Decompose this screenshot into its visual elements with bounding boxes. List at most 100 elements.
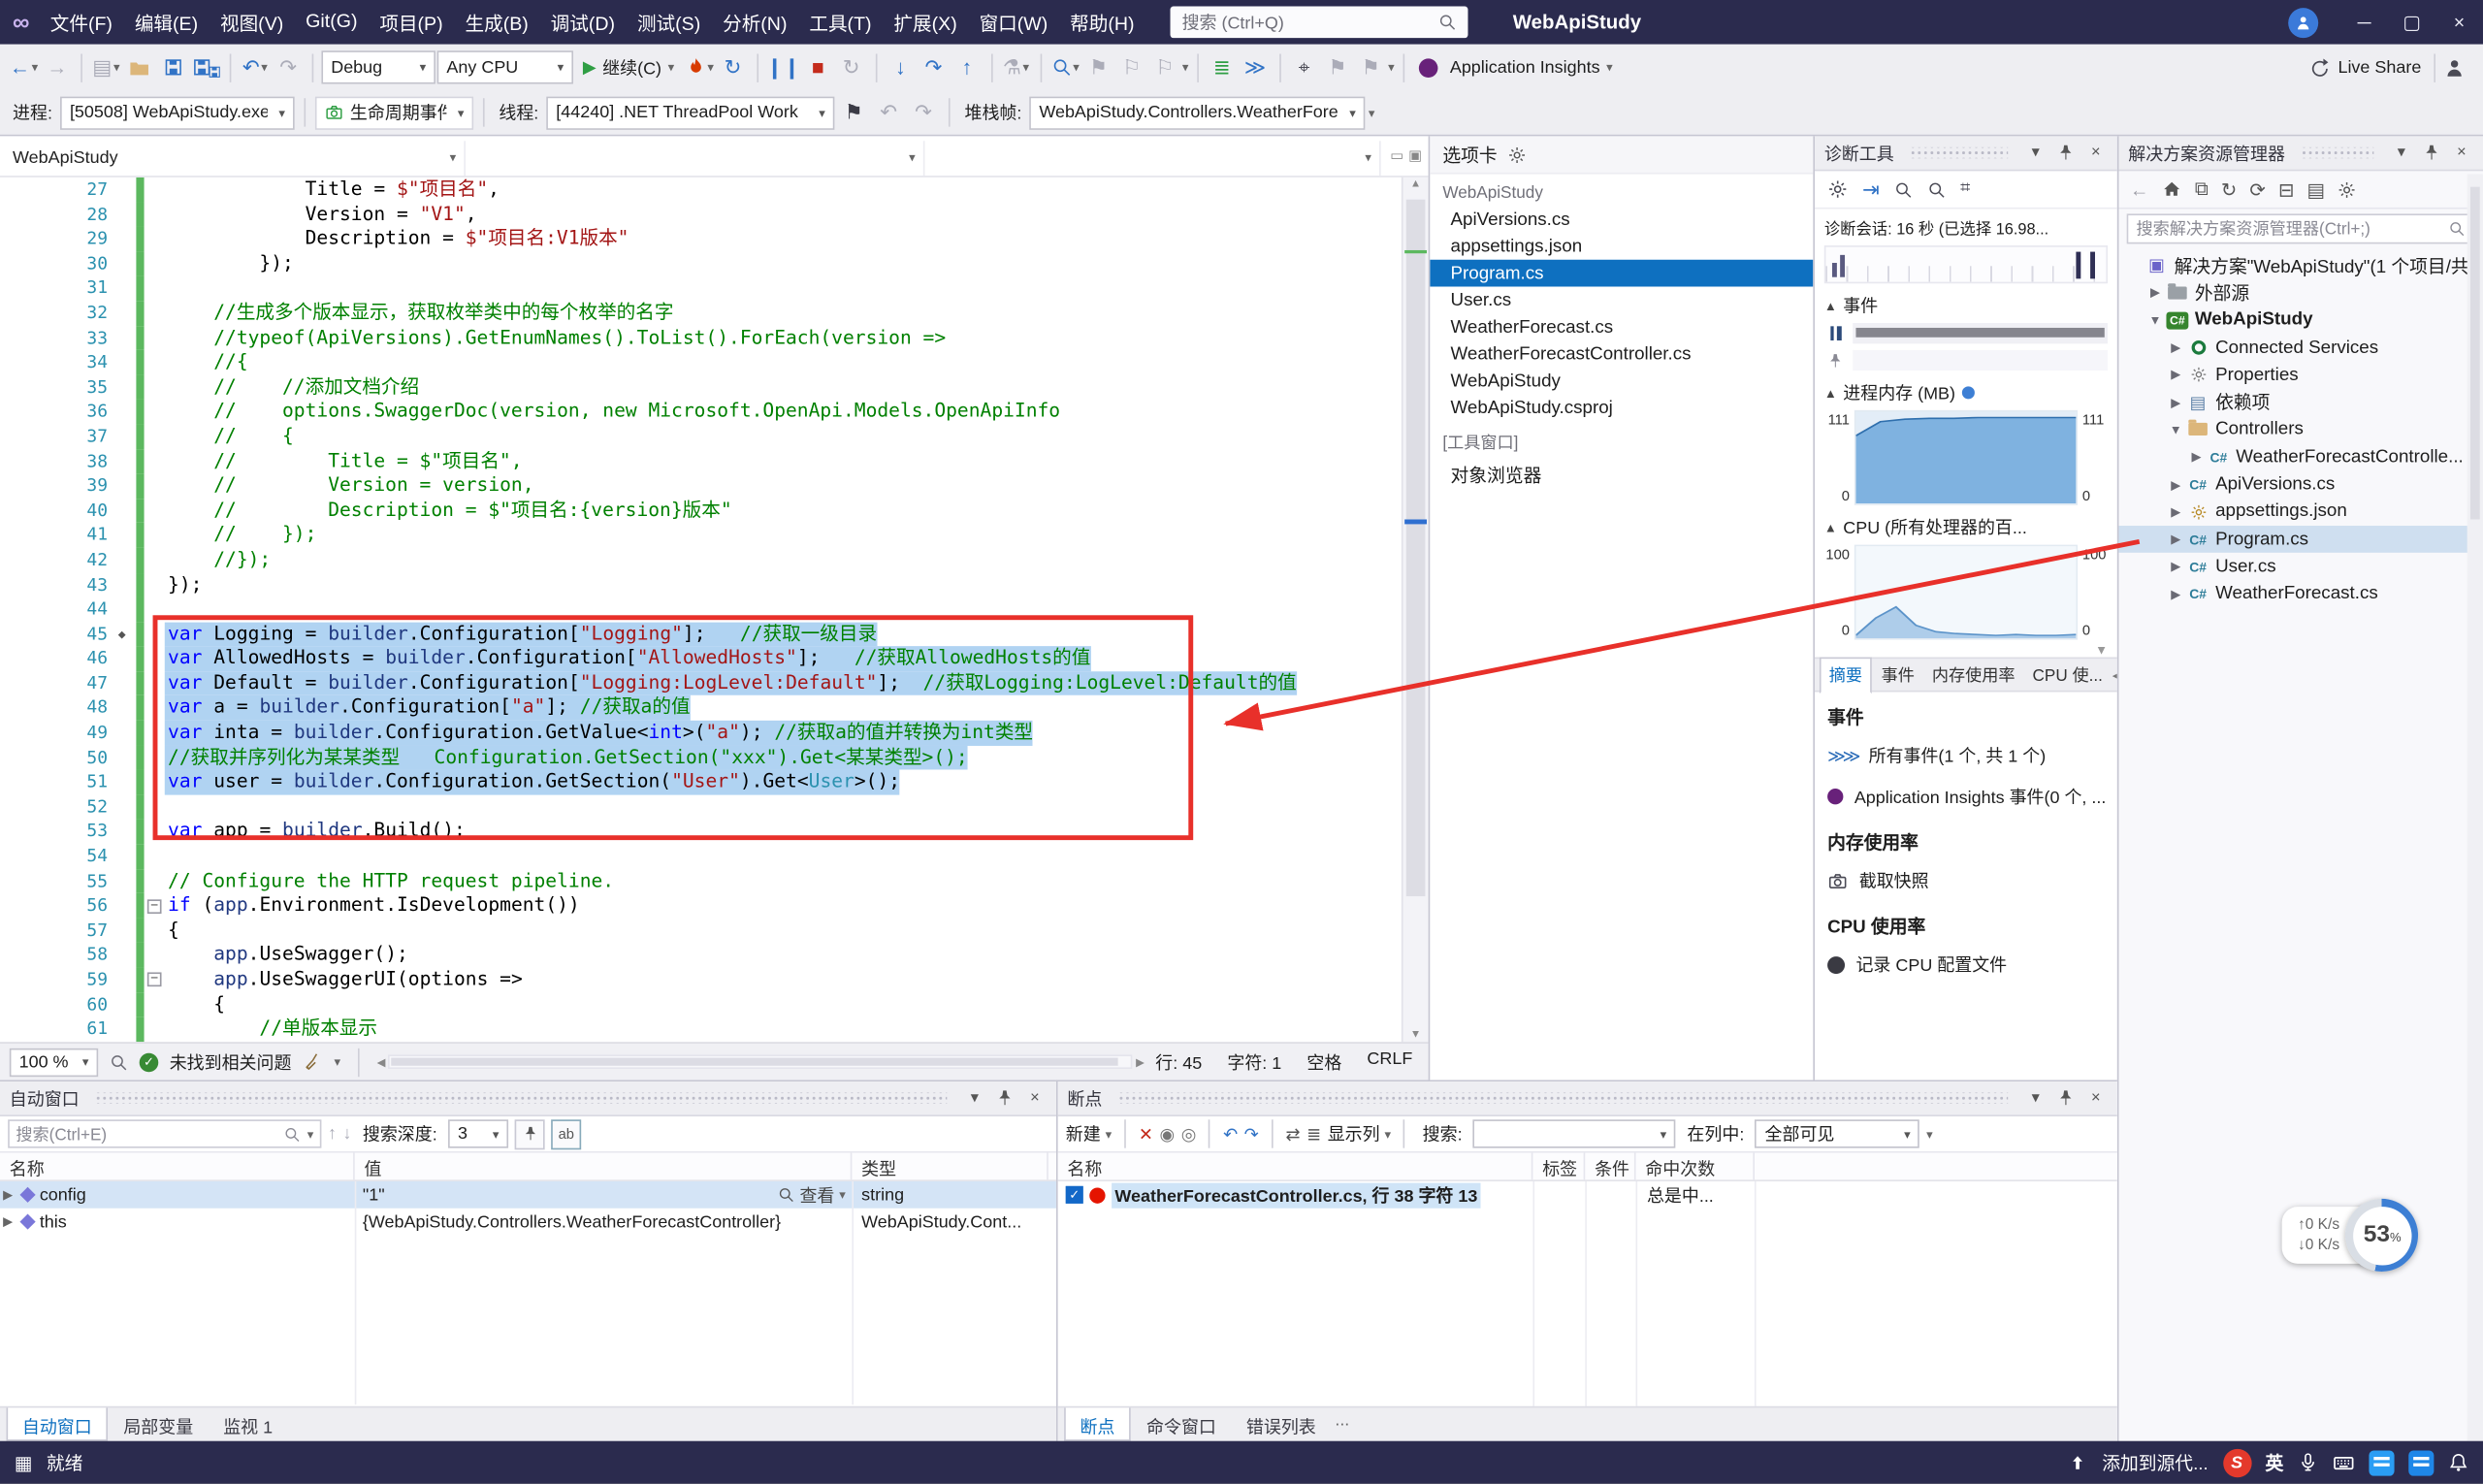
code-line-40[interactable]: 40 // Description = $"项目名:{version}版本" <box>0 499 1402 523</box>
columns-list-icon[interactable]: ≣ <box>1306 1123 1321 1144</box>
code-line-52[interactable]: 52 <box>0 794 1402 819</box>
add-to-source-control-icon[interactable] <box>2069 1453 2088 1472</box>
pin-values-icon[interactable] <box>515 1118 545 1148</box>
diag-settings-gear-icon[interactable] <box>1827 178 1848 199</box>
panel-tab-2[interactable]: 错误列表 <box>1232 1407 1330 1440</box>
bp-incolumn-dropdown[interactable]: 全部可见 <box>1756 1119 1920 1147</box>
break-all-button[interactable]: ❙❙ <box>766 50 801 83</box>
lifecycle-events-dropdown[interactable]: 生命周期事件 <box>315 96 473 129</box>
tree-item-2[interactable]: ▼C#WebApiStudy <box>2118 306 2483 334</box>
application-insights-dropdown-icon[interactable]: ▾ <box>1606 60 1613 75</box>
test-explorer-button[interactable]: ⚗▾ <box>1000 50 1032 83</box>
tree-item-1[interactable]: ▶外部源 <box>2118 279 2483 306</box>
search-depth-dropdown[interactable]: 3 <box>448 1119 508 1147</box>
thread-dropdown[interactable]: [44240] .NET ThreadPool Work <box>546 96 834 129</box>
panel-tab-0[interactable]: 断点 <box>1064 1407 1131 1440</box>
memory-chart[interactable] <box>1854 410 2078 505</box>
code-area[interactable]: 27 Title = $"项目名",28 Version = "V1",29 D… <box>0 177 1402 1042</box>
code-line-55[interactable]: 55// Configure the HTTP request pipeline… <box>0 869 1402 893</box>
document-tab-2[interactable]: Program.cs <box>1430 260 1813 287</box>
column-header-3[interactable]: 命中次数 <box>1636 1153 1755 1180</box>
tree-item-9[interactable]: ▶appsettings.json <box>2118 499 2483 526</box>
scroll-right-icon[interactable]: ▶ <box>1136 1055 1145 1068</box>
feedback-icon[interactable] <box>2443 56 2466 79</box>
notification-bell-icon[interactable] <box>2448 1452 2468 1472</box>
live-share-label[interactable]: Live Share <box>2338 58 2421 78</box>
code-line-27[interactable]: 27 Title = $"项目名", <box>0 177 1402 202</box>
open-folder-button[interactable] <box>123 50 155 83</box>
memory-section-header[interactable]: 进程内存 (MB) <box>1843 380 1955 405</box>
prev-thread-button[interactable]: ↶ <box>873 96 905 129</box>
all-events-link[interactable]: ≫≫所有事件(1 个, 共 1 个) <box>1815 735 2117 776</box>
view-value-button[interactable]: 查看▾ <box>778 1182 853 1208</box>
step-into-button[interactable]: ↓ <box>885 50 917 83</box>
close-button[interactable]: × <box>2435 0 2483 45</box>
tree-item-0[interactable]: ▣解决方案"WebApiStudy"(1 个项目/共... <box>2118 252 2483 279</box>
live-share-icon[interactable] <box>2309 56 2332 79</box>
menu-item-11[interactable]: 窗口(W) <box>968 4 1059 41</box>
expander-icon[interactable]: ▶ <box>2166 477 2185 492</box>
menu-item-9[interactable]: 工具(T) <box>798 4 883 41</box>
code-line-42[interactable]: 42 //}); <box>0 548 1402 572</box>
user-avatar[interactable] <box>2288 7 2318 37</box>
solution-search-box[interactable]: 搜索解决方案资源管理器(Ctrl+;) <box>2127 213 2475 243</box>
network-speed-widget[interactable]: ↑0 K/s ↓0 K/s 53% <box>2282 1199 2419 1272</box>
code-metrics-icon[interactable]: ≣ <box>1206 50 1238 83</box>
prev-frame-button[interactable]: ⚑ <box>1322 50 1354 83</box>
expander-icon[interactable]: ▼ <box>2166 423 2185 437</box>
debugbar-overflow-icon[interactable]: ▾ <box>1369 106 1375 120</box>
code-line-39[interactable]: 39 // Version = version, <box>0 473 1402 498</box>
next-frame-button[interactable]: ⚑ <box>1355 50 1387 83</box>
application-insights-label[interactable]: Application Insights <box>1450 58 1600 78</box>
solution-configuration-dropdown[interactable]: Debug <box>321 50 435 83</box>
switch-views-icon[interactable]: ⧉ <box>2195 177 2209 201</box>
document-tab-7[interactable]: WebApiStudy.csproj <box>1430 395 1813 422</box>
cpu-section-header[interactable]: CPU (所有处理器的百... <box>1843 515 2027 540</box>
breakpoint-row-0[interactable]: ✓WeatherForecastController.cs, 行 38 字符 1… <box>1058 1181 2117 1209</box>
code-line-34[interactable]: 34 //{ <box>0 350 1402 374</box>
diag-scroll-down-icon[interactable]: ▼ <box>1815 643 2117 658</box>
menu-item-5[interactable]: 生成(B) <box>454 4 539 41</box>
column-header-1[interactable]: 值 <box>355 1153 853 1180</box>
editor-vertical-scrollbar[interactable]: ▲ ▼ <box>1402 177 1429 1042</box>
panel-tab-0[interactable]: 自动窗口 <box>7 1407 108 1440</box>
export-breakpoints-icon[interactable]: ↶ <box>1223 1123 1238 1144</box>
chevron-down-icon[interactable]: ▾ <box>2390 141 2413 164</box>
split-window-icon[interactable]: ▭ <box>1390 147 1403 165</box>
autos-row-1[interactable]: ▶this{WebApiStudy.Controllers.WeatherFor… <box>0 1209 1056 1236</box>
navigate-forward-button[interactable]: → <box>41 50 73 83</box>
close-icon[interactable]: × <box>1023 1086 1047 1110</box>
expander-icon[interactable]: ▶ <box>2166 532 2185 547</box>
code-line-33[interactable]: 33 //typeof(ApiVersions).GetEnumNames().… <box>0 326 1402 350</box>
chevron-down-icon[interactable]: ▾ <box>2024 141 2048 164</box>
code-line-59[interactable]: 59− app.UseSwaggerUI(options => <box>0 968 1402 992</box>
document-tab-4[interactable]: WeatherForecast.cs <box>1430 313 1813 340</box>
tree-item-11[interactable]: ▶C#User.cs <box>2118 553 2483 580</box>
tool-window-tab-0[interactable]: 对象浏览器 <box>1430 458 1813 491</box>
tabs-overflow-icon[interactable]: ... <box>1335 1407 1349 1440</box>
code-line-57[interactable]: 57{ <box>0 919 1402 943</box>
bookmark-window-button[interactable]: ⌖ <box>1288 50 1320 83</box>
code-line-56[interactable]: 56−if (app.Environment.IsDevelopment()) <box>0 893 1402 918</box>
events-section-header[interactable]: 事件 <box>1843 293 1878 318</box>
expander-icon[interactable]: ▶ <box>2166 560 2185 574</box>
tree-item-3[interactable]: ▶Connected Services <box>2118 334 2483 361</box>
new-breakpoint-button[interactable]: 新建▾ <box>1066 1121 1112 1146</box>
tree-item-5[interactable]: ▶▤依赖项 <box>2118 389 2483 416</box>
events-lane[interactable] <box>1853 323 2108 343</box>
properties-gear-icon[interactable] <box>2338 179 2357 199</box>
expander-icon[interactable]: ▶ <box>2145 286 2165 301</box>
expander-icon[interactable]: ▶ <box>0 1187 16 1202</box>
column-header-0[interactable]: 名称 <box>0 1153 355 1180</box>
column-header-0[interactable]: 名称 <box>1058 1153 1533 1180</box>
code-line-29[interactable]: 29 Description = $"项目名:V1版本" <box>0 227 1402 251</box>
continue-button[interactable]: ▶继续(C)▾ <box>575 54 683 80</box>
menu-item-6[interactable]: 调试(D) <box>539 4 626 41</box>
export-icon[interactable]: ⇥ <box>1862 177 1880 202</box>
previous-bookmark-button[interactable]: ⚐ <box>1115 50 1147 83</box>
column-header-1[interactable]: 标签 <box>1532 1153 1585 1180</box>
health-indicator-label[interactable]: 未找到相关问题 <box>170 1049 292 1075</box>
search-next-icon[interactable]: ↓ <box>342 1124 351 1144</box>
chevron-down-icon[interactable]: ▾ <box>2024 1086 2048 1110</box>
tree-item-7[interactable]: ▶C#WeatherForecastControlle... <box>2118 443 2483 470</box>
